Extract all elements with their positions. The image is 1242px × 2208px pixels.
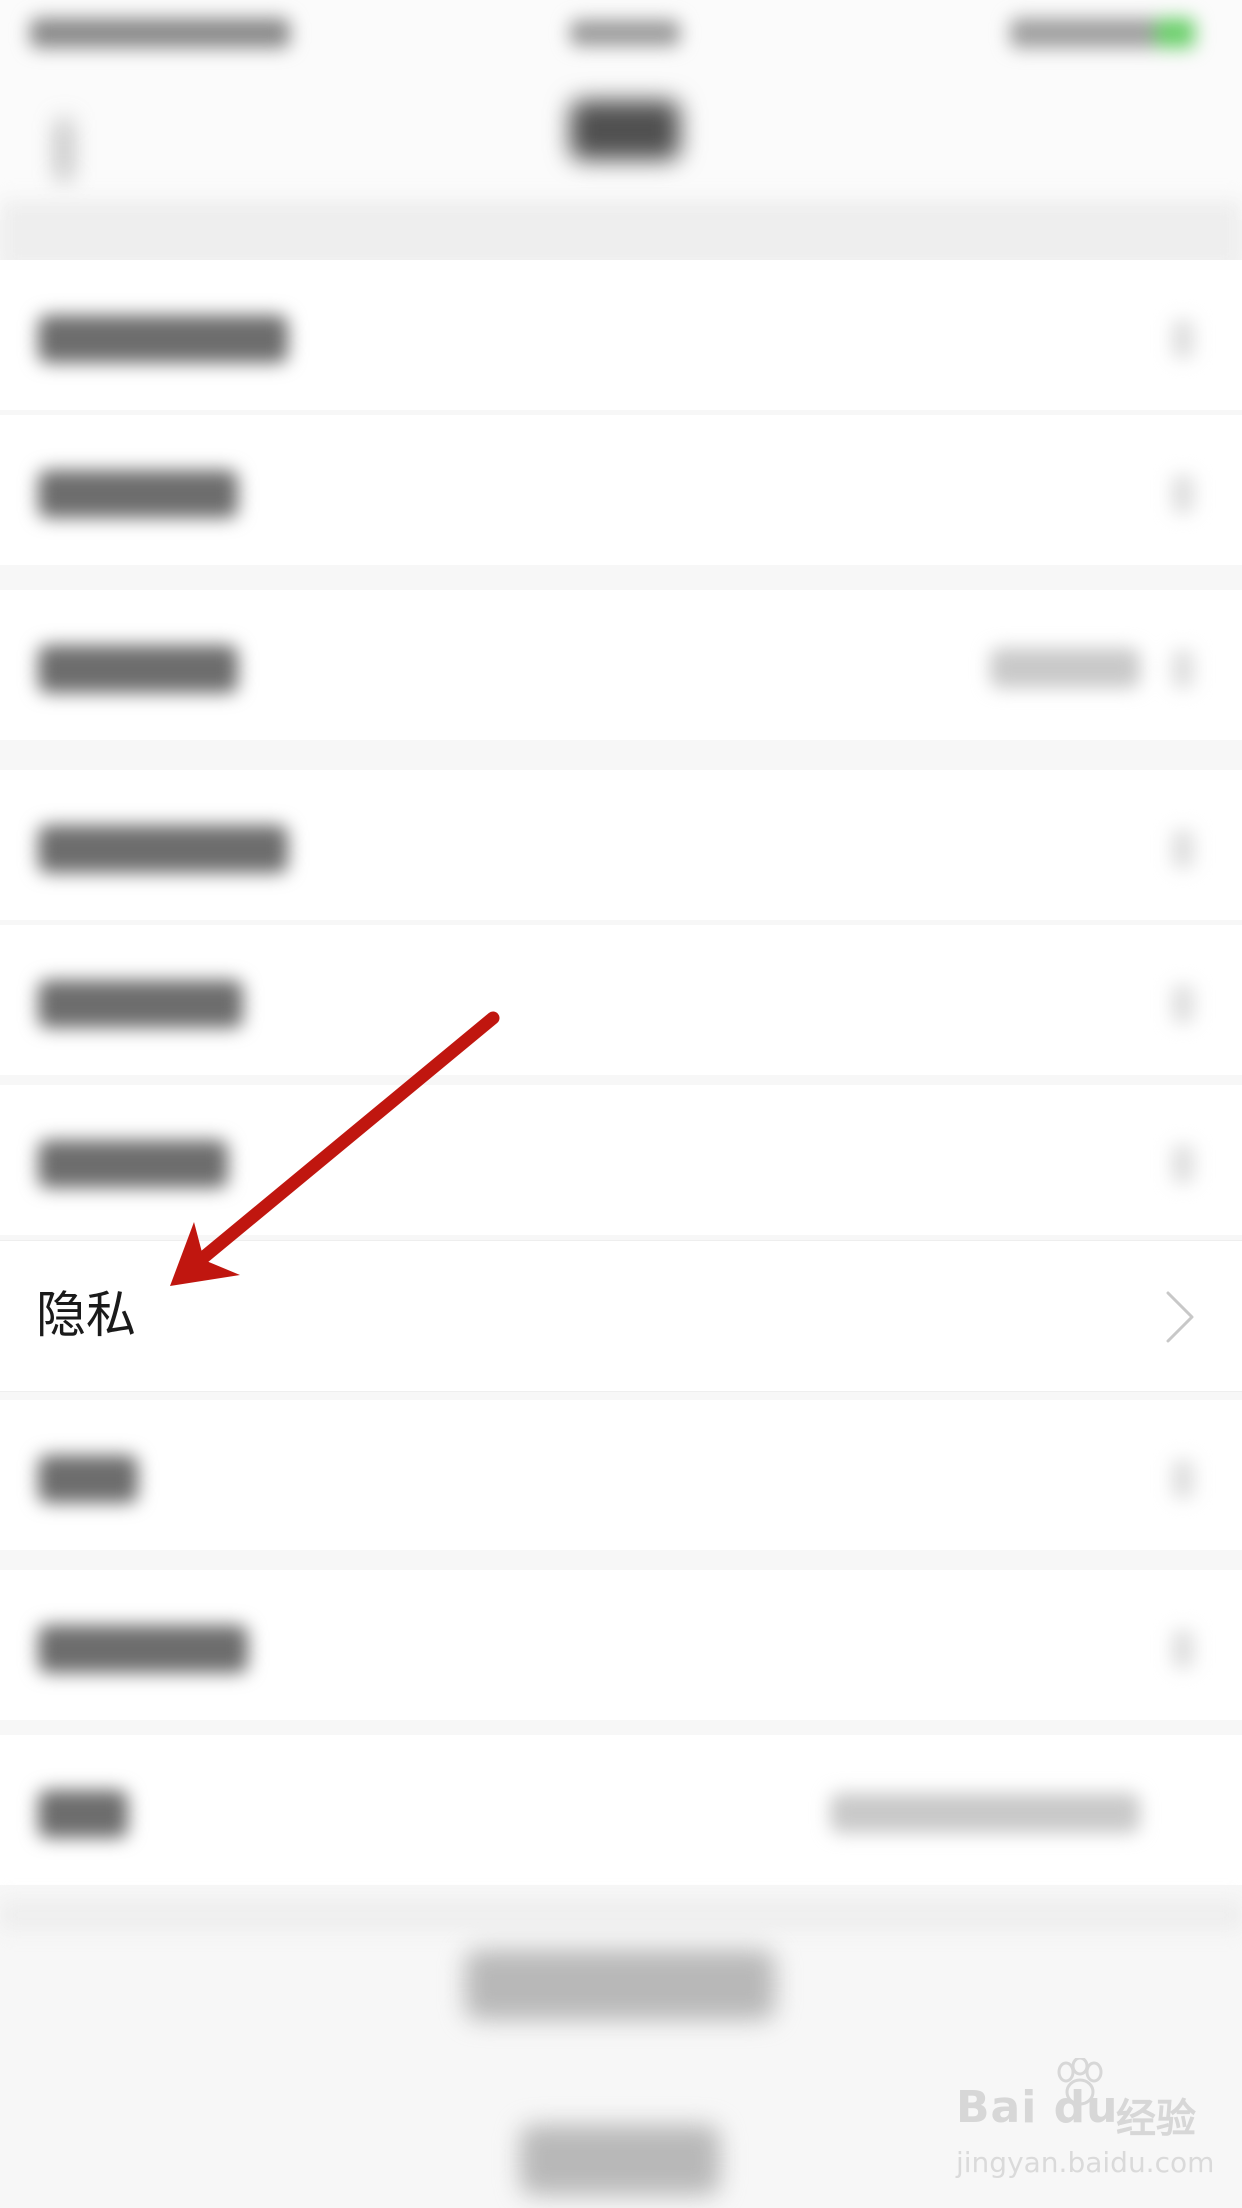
settings-row-value — [990, 648, 1140, 688]
settings-row-2[interactable] — [0, 415, 1242, 565]
settings-row-label — [38, 1140, 228, 1188]
chevron-right-icon — [1172, 985, 1194, 1023]
chevron-right-icon — [1172, 1630, 1194, 1668]
settings-row-1[interactable] — [0, 260, 1242, 410]
settings-row-label — [38, 1625, 248, 1673]
settings-row-label — [38, 1455, 138, 1503]
status-bar-indicators — [1010, 18, 1160, 48]
navigation-bar — [0, 70, 1242, 220]
settings-screen: 隐私 Bai du 经验 jingyan.baidu.com — [0, 0, 1242, 2208]
chevron-right-icon — [1166, 1291, 1194, 1343]
battery-icon — [1155, 18, 1195, 48]
settings-row-10[interactable] — [0, 1735, 1242, 1885]
settings-row-label — [38, 980, 243, 1028]
status-bar-carrier — [30, 18, 290, 48]
settings-row-9[interactable] — [0, 1570, 1242, 1720]
settings-row-value — [830, 1793, 1140, 1833]
logout-button[interactable] — [520, 2125, 720, 2195]
status-bar-time — [570, 20, 680, 46]
settings-row-5[interactable] — [0, 925, 1242, 1075]
watermark-brand: Bai du — [956, 2082, 1119, 2133]
page-title — [570, 100, 680, 160]
settings-row-label — [38, 645, 238, 693]
settings-row-label — [38, 315, 288, 363]
settings-row-label — [38, 825, 288, 873]
settings-row-3[interactable] — [0, 590, 1242, 740]
privacy-label: 隐私 — [36, 1286, 136, 1344]
chevron-right-icon — [1172, 1460, 1194, 1498]
settings-row-label — [38, 470, 238, 518]
settings-row-4[interactable] — [0, 770, 1242, 920]
chevron-right-icon — [1172, 650, 1194, 688]
back-icon[interactable] — [60, 120, 98, 180]
chevron-right-icon — [1172, 1145, 1194, 1183]
chevron-right-icon — [1172, 475, 1194, 513]
chevron-right-icon — [1172, 830, 1194, 868]
status-bar — [0, 0, 1242, 70]
settings-row-8[interactable] — [0, 1400, 1242, 1550]
watermark-brand-cn: 经验 — [1116, 2096, 1196, 2142]
chevron-right-icon — [1172, 320, 1194, 358]
settings-row-privacy[interactable]: 隐私 — [0, 1240, 1242, 1392]
baidu-jingyan-watermark: Bai du 经验 jingyan.baidu.com — [948, 2058, 1218, 2188]
settings-row-6[interactable] — [0, 1085, 1242, 1235]
watermark-url: jingyan.baidu.com — [956, 2146, 1215, 2179]
switch-account-button[interactable] — [465, 1950, 775, 2020]
section-divider — [0, 1900, 1242, 1930]
settings-row-label — [38, 1790, 128, 1838]
